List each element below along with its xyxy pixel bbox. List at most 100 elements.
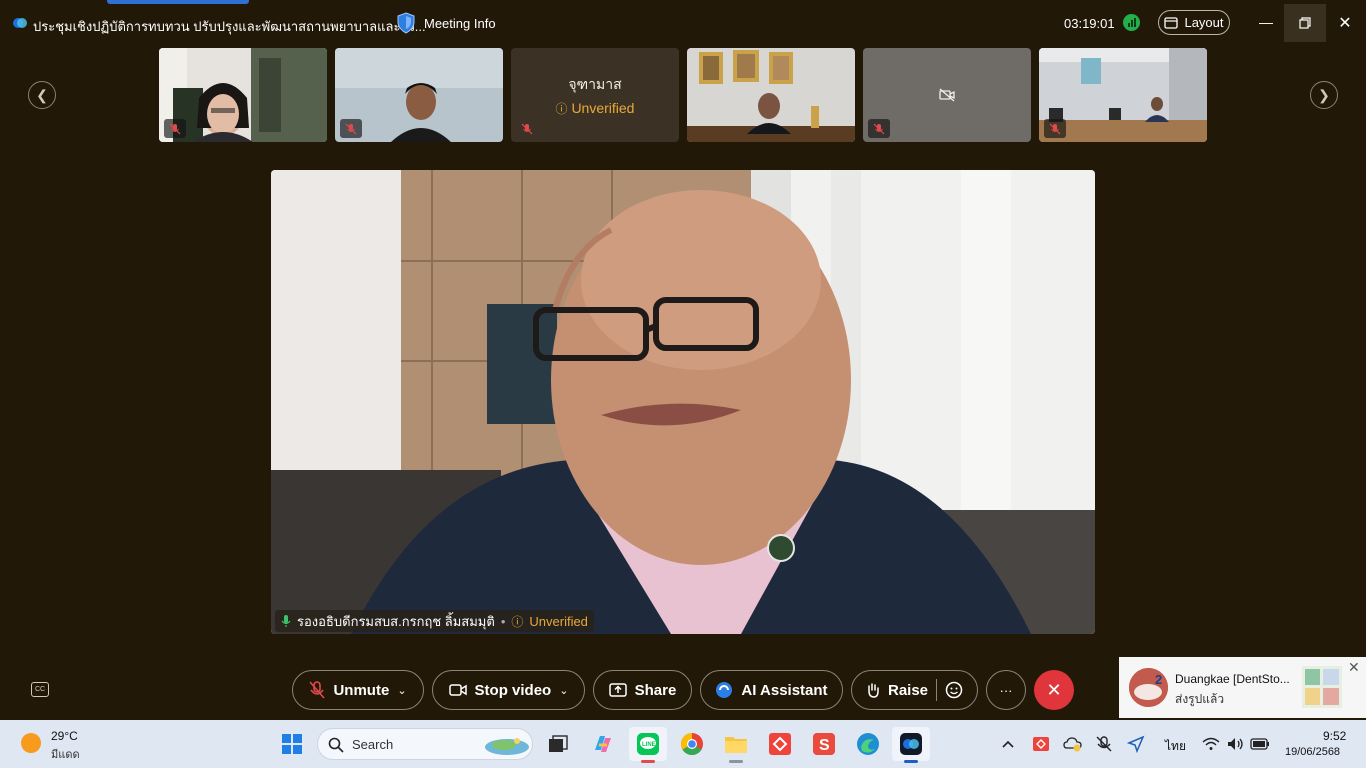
muted-mic-icon	[1044, 119, 1066, 138]
question-circle-icon: ⓘ	[511, 614, 524, 629]
video-camera-icon	[448, 684, 467, 696]
leave-meeting-button[interactable]: ✕	[1034, 670, 1074, 710]
file-explorer-icon[interactable]	[723, 731, 749, 757]
title-bar: ประชุมเชิงปฏิบัติการทบทวน ปรับปรุงและพัฒ…	[0, 0, 1366, 46]
microphone-icon	[281, 615, 291, 627]
chevron-down-icon[interactable]: ⌄	[397, 684, 406, 697]
chevron-left-icon: ❮	[36, 86, 48, 103]
onedrive-warning-icon[interactable]	[1060, 731, 1086, 757]
speaker-video-frame	[271, 170, 1095, 634]
participant-name: จุฑามาส	[568, 76, 622, 92]
anydesk-icon[interactable]	[767, 731, 793, 757]
more-options-button[interactable]: ···	[986, 670, 1026, 710]
chat-notification-toast[interactable]: 2 Duangkae [DentSto... ส่งรูปแล้ว ✕	[1119, 657, 1366, 718]
ai-assistant-icon	[716, 682, 733, 698]
minimize-icon[interactable]: —	[1256, 14, 1276, 30]
location-arrow-icon[interactable]	[1123, 731, 1149, 757]
muted-mic-icon	[516, 119, 538, 138]
anydesk-tray-icon[interactable]	[1028, 731, 1054, 757]
participant-thumbnail[interactable]	[159, 48, 327, 142]
meeting-timer: 03:19:01	[1064, 16, 1115, 31]
ai-assistant-label: AI Assistant	[741, 681, 828, 699]
sender-avatar: 2	[1129, 668, 1168, 707]
participant-thumbnail[interactable]	[863, 48, 1031, 142]
participant-thumbnail[interactable]	[687, 48, 855, 142]
shield-icon[interactable]	[396, 12, 416, 34]
layout-icon	[1164, 16, 1179, 29]
edge-icon[interactable]	[855, 731, 881, 757]
muted-mic-icon	[164, 119, 186, 138]
weather-temperature[interactable]: 29°C	[51, 729, 78, 743]
taskbar-search-box[interactable]	[317, 728, 533, 760]
volume-icon[interactable]	[1223, 731, 1249, 757]
clock-time[interactable]: 9:52	[1323, 729, 1346, 743]
show-hidden-icons-chevron-up-icon[interactable]	[995, 731, 1021, 757]
svg-text:S: S	[819, 737, 830, 754]
wps-office-icon[interactable]: S	[811, 731, 837, 757]
closed-captions-icon[interactable]: CC	[31, 682, 49, 697]
muted-mic-icon	[868, 119, 890, 138]
unmute-button[interactable]: Unmute ⌄	[292, 670, 424, 710]
webex-meeting-window: ประชุมเชิงปฏิบัติการทบทวน ปรับปรุงและพัฒ…	[0, 0, 1366, 720]
battery-icon[interactable]	[1247, 731, 1273, 757]
microphone-muted-tray-icon[interactable]	[1091, 731, 1117, 757]
close-icon: ✕	[1046, 679, 1062, 700]
task-view-icon[interactable]	[545, 731, 571, 757]
restore-button[interactable]	[1284, 4, 1326, 42]
meeting-title: ประชุมเชิงปฏิบัติการทบทวน ปรับปรุงและพัฒ…	[33, 19, 426, 34]
windows-start-icon[interactable]	[279, 731, 305, 757]
meeting-info-button[interactable]: Meeting Info	[424, 16, 496, 31]
line-app-icon[interactable]: LINE	[635, 731, 661, 757]
next-page-button[interactable]: ❯	[1310, 81, 1338, 109]
share-screen-icon	[608, 683, 627, 697]
search-icon	[328, 737, 344, 753]
chevron-right-icon: ❯	[1318, 86, 1330, 103]
clock-date[interactable]: 19/06/2568	[1285, 746, 1340, 758]
participant-thumbnail[interactable]	[335, 48, 503, 142]
speaker-status: Unverified	[529, 613, 588, 629]
webex-running-indicator	[904, 760, 918, 763]
svg-text:2: 2	[1155, 672, 1162, 687]
muted-mic-icon	[340, 119, 362, 138]
search-placeholder: Search	[352, 737, 394, 752]
wifi-icon[interactable]	[1198, 731, 1224, 757]
image-preview	[1302, 666, 1342, 708]
copilot-icon[interactable]	[590, 731, 616, 757]
stop-video-button[interactable]: Stop video ⌄	[432, 670, 585, 710]
weather-condition[interactable]: มีแดด	[51, 745, 80, 763]
participant-thumbnail[interactable]: จุฑามาส ⓘ Unverified	[511, 48, 679, 142]
close-icon[interactable]: ✕	[1348, 659, 1360, 676]
close-icon[interactable]: ✕	[1335, 13, 1355, 33]
input-language-indicator[interactable]: ไทย	[1165, 737, 1186, 756]
ai-assistant-button[interactable]: AI Assistant	[700, 670, 843, 710]
chevron-down-icon[interactable]: ⌄	[559, 684, 568, 697]
svg-text:LINE: LINE	[642, 742, 656, 748]
sunny-weather-icon[interactable]	[21, 733, 41, 753]
raise-label: Raise	[887, 681, 929, 699]
video-off-icon	[939, 88, 955, 102]
raise-hand-icon	[868, 683, 879, 698]
explorer-running-indicator	[729, 760, 743, 763]
raise-hand-button[interactable]: Raise	[851, 670, 978, 710]
more-dots-icon: ···	[999, 682, 1013, 698]
speaker-name: รองอธิบดีกรมสบส.กรกฤช ลิ้มสมมุติ	[297, 613, 495, 629]
reactions-emoji-icon[interactable]	[945, 681, 963, 699]
notification-message: ส่งรูปแล้ว	[1175, 692, 1225, 706]
share-button[interactable]: Share	[593, 670, 692, 710]
participant-thumbnail[interactable]	[1039, 48, 1207, 142]
network-signal-icon[interactable]	[1123, 14, 1140, 31]
webex-app-icon[interactable]	[898, 731, 924, 757]
stop-video-label: Stop video	[474, 681, 552, 699]
sender-name: Duangkae [DentSto...	[1175, 672, 1290, 686]
restore-icon	[1299, 17, 1311, 29]
unmute-label: Unmute	[333, 681, 390, 699]
line-notification-indicator	[641, 760, 655, 763]
participant-video	[687, 48, 855, 142]
chrome-icon[interactable]	[679, 731, 705, 757]
unverified-badge: ⓘ Unverified	[555, 100, 635, 116]
title-accent-bar	[107, 0, 249, 4]
webex-logo-icon	[13, 18, 27, 28]
active-speaker-video[interactable]	[271, 170, 1095, 634]
previous-page-button[interactable]: ❮	[28, 81, 56, 109]
layout-button[interactable]: Layout	[1158, 10, 1230, 35]
